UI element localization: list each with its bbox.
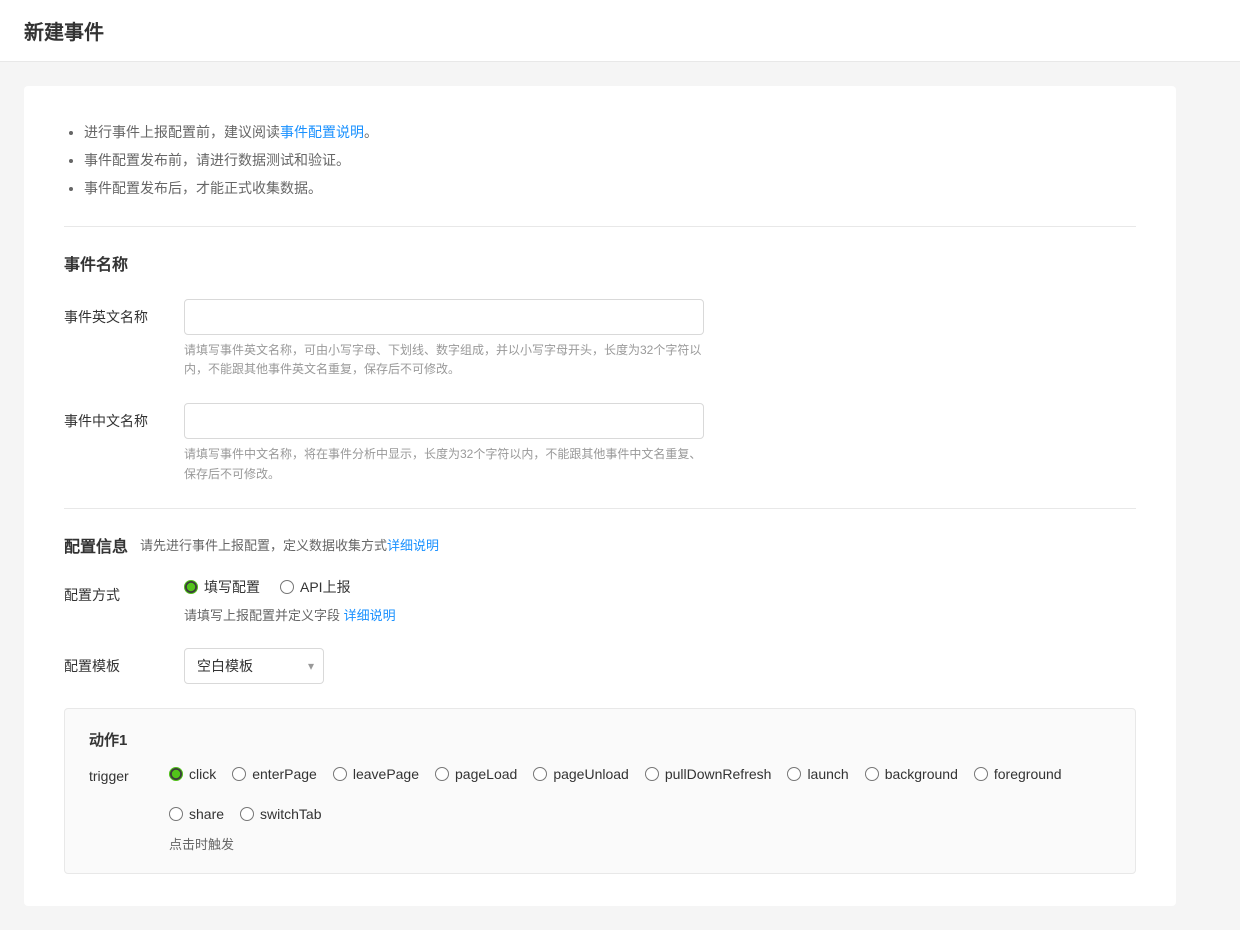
page-header: 新建事件: [0, 0, 1240, 62]
trigger-leavePage-input[interactable]: [333, 767, 347, 781]
event-config-link[interactable]: 事件配置说明: [280, 124, 364, 140]
trigger-switchTab-input[interactable]: [240, 807, 254, 821]
trigger-enterPage-label: enterPage: [252, 766, 317, 782]
trigger-background-input[interactable]: [865, 767, 879, 781]
trigger-foreground[interactable]: foreground: [974, 766, 1062, 782]
trigger-leavePage-label: leavePage: [353, 766, 419, 782]
radio-fill-input[interactable]: [184, 580, 198, 594]
radio-api[interactable]: API上报: [280, 577, 351, 597]
trigger-click-input[interactable]: [169, 767, 183, 781]
trigger-pageLoad-label: pageLoad: [455, 766, 517, 782]
notice-text-3: 事件配置发布后，才能正式收集数据。: [84, 180, 322, 196]
config-hint-text: 请填写上报配置并定义字段: [184, 608, 344, 623]
trigger-switchTab-label: switchTab: [260, 806, 321, 822]
english-name-label: 事件英文名称: [64, 299, 184, 327]
notice-item-1: 进行事件上报配置前，建议阅读事件配置说明。: [84, 118, 1136, 146]
config-template-row: 配置模板 空白模板 其他模板 ▾: [64, 648, 1136, 684]
template-select-wrapper: 空白模板 其他模板 ▾: [184, 648, 324, 684]
config-template-field: 空白模板 其他模板 ▾: [184, 648, 704, 684]
english-name-row: 事件英文名称 请填写事件英文名称，可由小写字母、下划线、数字组成，并以小写字母开…: [64, 299, 1136, 379]
trigger-pullDownRefresh-input[interactable]: [645, 767, 659, 781]
notice-item-3: 事件配置发布后，才能正式收集数据。: [84, 174, 1136, 202]
config-desc-text: 请先进行事件上报配置，定义数据收集方式: [140, 538, 387, 553]
config-section-header: 配置信息 请先进行事件上报配置，定义数据收集方式详细说明: [64, 533, 1136, 557]
config-section-title: 配置信息: [64, 533, 128, 557]
trigger-row: trigger click enterPage leavePage: [89, 766, 1111, 822]
config-hint-link[interactable]: 详细说明: [344, 608, 396, 623]
english-name-hint: 请填写事件英文名称，可由小写字母、下划线、数字组成，并以小写字母开头，长度为32…: [184, 341, 704, 379]
event-name-section-title: 事件名称: [64, 251, 1136, 275]
radio-api-label: API上报: [300, 577, 351, 597]
trigger-pageUnload-input[interactable]: [533, 767, 547, 781]
trigger-pullDownRefresh[interactable]: pullDownRefresh: [645, 766, 772, 782]
page-title: 新建事件: [24, 16, 1216, 45]
notice-item-2: 事件配置发布前，请进行数据测试和验证。: [84, 146, 1136, 174]
template-select[interactable]: 空白模板 其他模板: [184, 648, 324, 684]
action-title-1: 动作1: [89, 729, 1111, 750]
english-name-field: 请填写事件英文名称，可由小写字母、下划线、数字组成，并以小写字母开头，长度为32…: [184, 299, 704, 379]
trigger-share-label: share: [189, 806, 224, 822]
trigger-pageUnload-label: pageUnload: [553, 766, 629, 782]
trigger-hint: 点击时触发: [169, 834, 1111, 853]
radio-fill[interactable]: 填写配置: [184, 577, 260, 597]
trigger-pageLoad-input[interactable]: [435, 767, 449, 781]
config-method-label: 配置方式: [64, 577, 184, 605]
trigger-leavePage[interactable]: leavePage: [333, 766, 419, 782]
config-method-hint: 请填写上报配置并定义字段 详细说明: [184, 605, 704, 624]
trigger-pageLoad[interactable]: pageLoad: [435, 766, 517, 782]
config-section-desc: 请先进行事件上报配置，定义数据收集方式详细说明: [140, 535, 439, 554]
trigger-launch-input[interactable]: [787, 767, 801, 781]
trigger-share[interactable]: share: [169, 806, 224, 822]
trigger-launch-label: launch: [807, 766, 848, 782]
trigger-switchTab[interactable]: switchTab: [240, 806, 321, 822]
chinese-name-row: 事件中文名称 请填写事件中文名称，将在事件分析中显示，长度为32个字符以内，不能…: [64, 403, 1136, 483]
config-detail-link[interactable]: 详细说明: [387, 538, 439, 553]
trigger-label: trigger: [89, 766, 169, 784]
chinese-name-input[interactable]: [184, 403, 704, 439]
trigger-click[interactable]: click: [169, 766, 216, 782]
trigger-foreground-input[interactable]: [974, 767, 988, 781]
notice-text-1: 进行事件上报配置前，建议阅读: [84, 124, 280, 140]
english-name-input[interactable]: [184, 299, 704, 335]
config-template-label: 配置模板: [64, 648, 184, 676]
trigger-background[interactable]: background: [865, 766, 958, 782]
trigger-enterPage-input[interactable]: [232, 767, 246, 781]
chinese-name-field: 请填写事件中文名称，将在事件分析中显示，长度为32个字符以内，不能跟其他事件中文…: [184, 403, 704, 483]
trigger-background-label: background: [885, 766, 958, 782]
chinese-name-label: 事件中文名称: [64, 403, 184, 431]
action-card-1: 动作1 trigger click enterPage leavePage: [64, 708, 1136, 874]
trigger-options: click enterPage leavePage pageLoad: [169, 766, 1111, 822]
trigger-pageUnload[interactable]: pageUnload: [533, 766, 629, 782]
notice-text-2: 事件配置发布前，请进行数据测试和验证。: [84, 152, 350, 168]
radio-fill-label: 填写配置: [204, 577, 260, 597]
divider-1: [64, 226, 1136, 227]
config-method-row: 配置方式 填写配置 API上报 请填写上报配置并定义字段 详细说明: [64, 577, 1136, 624]
trigger-click-label: click: [189, 766, 216, 782]
config-method-field: 填写配置 API上报 请填写上报配置并定义字段 详细说明: [184, 577, 704, 624]
trigger-foreground-label: foreground: [994, 766, 1062, 782]
trigger-enterPage[interactable]: enterPage: [232, 766, 317, 782]
notice-list: 进行事件上报配置前，建议阅读事件配置说明。 事件配置发布前，请进行数据测试和验证…: [64, 118, 1136, 202]
divider-2: [64, 508, 1136, 509]
chinese-name-hint: 请填写事件中文名称，将在事件分析中显示，长度为32个字符以内，不能跟其他事件中文…: [184, 445, 704, 483]
radio-api-input[interactable]: [280, 580, 294, 594]
trigger-launch[interactable]: launch: [787, 766, 848, 782]
trigger-pullDownRefresh-label: pullDownRefresh: [665, 766, 772, 782]
trigger-share-input[interactable]: [169, 807, 183, 821]
config-method-radio-group: 填写配置 API上报: [184, 577, 704, 597]
